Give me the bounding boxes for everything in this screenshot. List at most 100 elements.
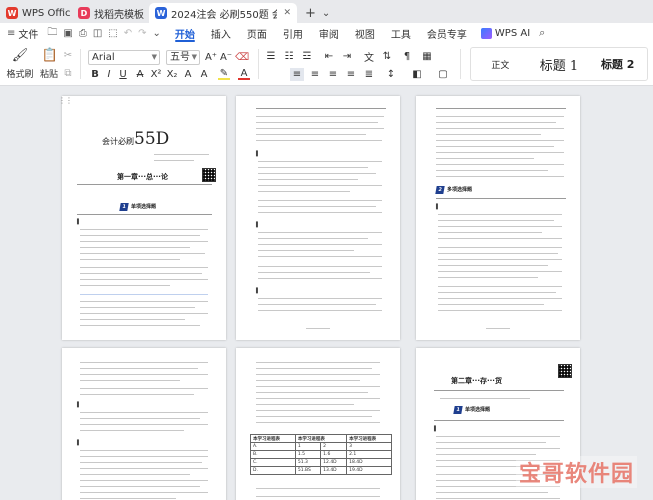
menu-member[interactable]: 会员专享 [419, 23, 475, 43]
align-left-icon[interactable]: ≡ [290, 68, 304, 81]
paste-icon[interactable]: 📋 [40, 47, 60, 63]
justify-icon[interactable]: ≡ [344, 68, 358, 81]
menu-review[interactable]: 审阅 [311, 23, 347, 43]
decrease-indent-icon[interactable]: ⇤ [322, 50, 336, 63]
cut-icon[interactable]: ✂ [62, 49, 74, 61]
document-page[interactable]: 会计必刷55D 第一章···总···论 1 单项选择题 ▌ [62, 96, 226, 340]
menu-home[interactable]: 开始 [167, 23, 203, 43]
text-line [436, 176, 564, 177]
folder-icon[interactable]: 🗀 [47, 25, 57, 42]
undo-icon[interactable]: ↶ [124, 28, 132, 39]
align-center-icon[interactable]: ≡ [308, 68, 322, 81]
export-icon[interactable]: ⬚ [108, 28, 117, 39]
menu-references[interactable]: 引用 [275, 23, 311, 43]
tab-list-button[interactable]: ⌄ [322, 3, 330, 23]
line-spacing-icon[interactable]: ↕ [384, 68, 398, 81]
block-heading: ▌ [77, 219, 81, 225]
multilevel-list-icon[interactable]: ☲ [300, 50, 314, 63]
text-line [436, 152, 564, 153]
text-shading-icon[interactable]: A [198, 68, 210, 80]
increase-indent-icon[interactable]: ⇥ [340, 50, 354, 63]
copy-icon[interactable]: ⧉ [62, 67, 74, 79]
print-icon[interactable]: ⎙ [79, 28, 87, 39]
grow-font-icon[interactable]: A⁺ [204, 50, 218, 64]
sort-icon[interactable]: ⇅ [380, 50, 394, 63]
tab-wps-office[interactable]: W WPS Office [0, 3, 70, 23]
font-family-select[interactable]: Arial ▼ [88, 50, 160, 65]
table-cell: C. [250, 458, 296, 467]
redo-icon[interactable]: ↷ [138, 28, 146, 39]
border-box-icon[interactable]: ▢ [436, 68, 450, 81]
table-row: B. 1.5 1.6 2.1 [250, 450, 392, 459]
text-line [436, 128, 564, 129]
style-normal[interactable]: 正文 [471, 58, 530, 71]
text-line [258, 244, 382, 245]
style-heading-2[interactable]: 标题 2 [588, 56, 647, 72]
wps-ai-button[interactable]: WPS AI [475, 27, 536, 39]
print-preview-icon[interactable]: ◫ [93, 28, 102, 39]
table-cell: 1.5 [294, 450, 322, 459]
text-line [438, 214, 562, 215]
menu-view[interactable]: 视图 [347, 23, 383, 43]
document-page[interactable]: 本学习进程表 本学习进程表 本学习进程表 A. 1 2 3 B. 1.5 1.6… [236, 348, 400, 500]
save-icon[interactable]: ▣ [63, 28, 72, 39]
document-page[interactable]: ▌ ▌ [62, 348, 226, 500]
text-line [436, 140, 564, 141]
document-canvas[interactable]: 会计必刷55D 第一章···总···论 1 单项选择题 ▌ ▌ ▌ ▌ 2 多项… [0, 86, 653, 500]
paste-button[interactable]: 粘贴 [36, 67, 62, 80]
bullet-list-icon[interactable]: ☰ [264, 50, 278, 63]
hamburger-icon[interactable]: ≡ [7, 28, 15, 39]
table-cell: 2.1 [346, 450, 392, 459]
distribute-icon[interactable]: ≣ [362, 68, 376, 81]
font-color-icon[interactable]: A [238, 68, 250, 80]
superscript-icon[interactable]: X² [150, 68, 162, 80]
document-page[interactable]: 2 多项选择题 ▌ [416, 96, 580, 340]
shrink-font-icon[interactable]: A⁻ [219, 50, 233, 64]
clear-format-icon[interactable]: ⌫ [235, 50, 249, 64]
menu-page[interactable]: 页面 [239, 23, 275, 43]
menu-tools[interactable]: 工具 [383, 23, 419, 43]
style-heading-1[interactable]: 标题 1 [530, 55, 589, 74]
text-line [258, 191, 350, 192]
text-line [80, 374, 208, 375]
menu-insert[interactable]: 插入 [203, 23, 239, 43]
strikethrough-icon[interactable]: A [134, 68, 146, 80]
chevron-down-icon[interactable]: ⌄ [153, 28, 161, 39]
format-painter-icon[interactable]: 🖌 [10, 47, 30, 63]
text-line [436, 498, 560, 499]
text-line [258, 179, 358, 180]
text-line [154, 154, 209, 155]
text-line [258, 200, 382, 201]
text-line [256, 410, 380, 411]
align-right-icon[interactable]: ≡ [326, 68, 340, 81]
file-menu[interactable]: 文件 [18, 26, 38, 41]
tab-active-document[interactable]: W 2024注会 必刷550题 会计_20 ✕ [149, 3, 297, 23]
search-icon[interactable]: ⌕ [539, 26, 545, 40]
text-line [80, 492, 208, 493]
text-line [258, 167, 368, 168]
tab-docer-templates[interactable]: D 找稻壳模板 [72, 3, 147, 23]
text-line [80, 253, 205, 254]
text-line [80, 319, 185, 320]
bold-icon[interactable]: B [90, 68, 100, 80]
shading-icon[interactable]: ◧ [410, 68, 424, 81]
text-effect-icon[interactable]: A [182, 68, 194, 80]
highlight-icon[interactable]: ✎ [218, 68, 230, 80]
font-size-select[interactable]: 五号 ▼ [166, 50, 200, 65]
italic-icon[interactable]: I [104, 68, 114, 80]
chinese-layout-icon[interactable]: 文 [362, 50, 376, 64]
rule [434, 390, 564, 391]
text-line [80, 388, 208, 389]
borders-icon[interactable]: ▦ [420, 50, 434, 63]
drag-handle-icon[interactable]: ⋮⋮ [58, 96, 73, 105]
format-painter-button[interactable]: 格式刷 [4, 67, 36, 80]
divider [460, 49, 461, 79]
close-icon[interactable]: ✕ [283, 8, 291, 18]
subscript-icon[interactable]: X₂ [166, 68, 178, 80]
document-page[interactable]: ▌ ▌ ▌ [236, 96, 400, 340]
text-line [80, 301, 208, 302]
new-tab-button[interactable]: + [299, 3, 322, 23]
show-marks-icon[interactable]: ¶ [400, 50, 414, 63]
underline-icon[interactable]: U [118, 68, 128, 80]
numbered-list-icon[interactable]: ☷ [282, 50, 296, 63]
